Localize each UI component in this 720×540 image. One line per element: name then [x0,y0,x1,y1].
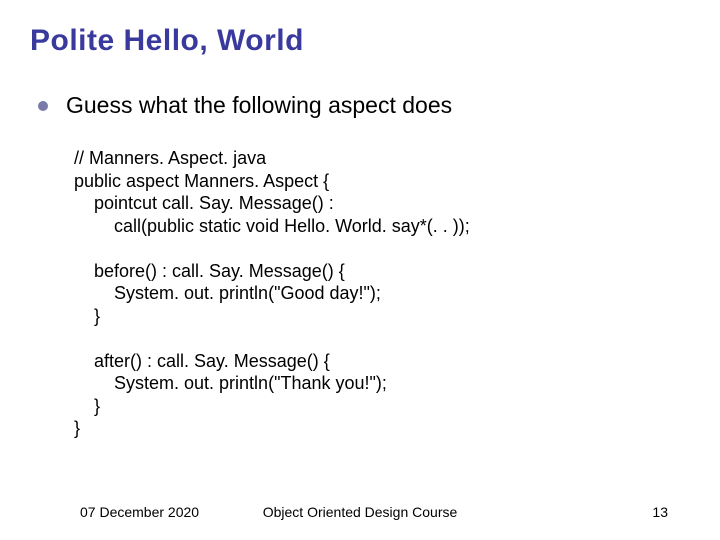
bullet-text: Guess what the following aspect does [66,92,452,119]
slide: Polite Hello, World Guess what the follo… [0,0,720,540]
footer-page: 13 [652,504,668,520]
bullet-icon [38,101,48,111]
footer-course: Object Oriented Design Course [263,504,458,520]
code-block: // Manners. Aspect. java public aspect M… [74,147,690,440]
slide-title: Polite Hello, World [30,24,690,58]
footer: 07 December 2020 Object Oriented Design … [0,504,720,520]
footer-date: 07 December 2020 [80,504,199,520]
bullet-item: Guess what the following aspect does [38,92,690,119]
